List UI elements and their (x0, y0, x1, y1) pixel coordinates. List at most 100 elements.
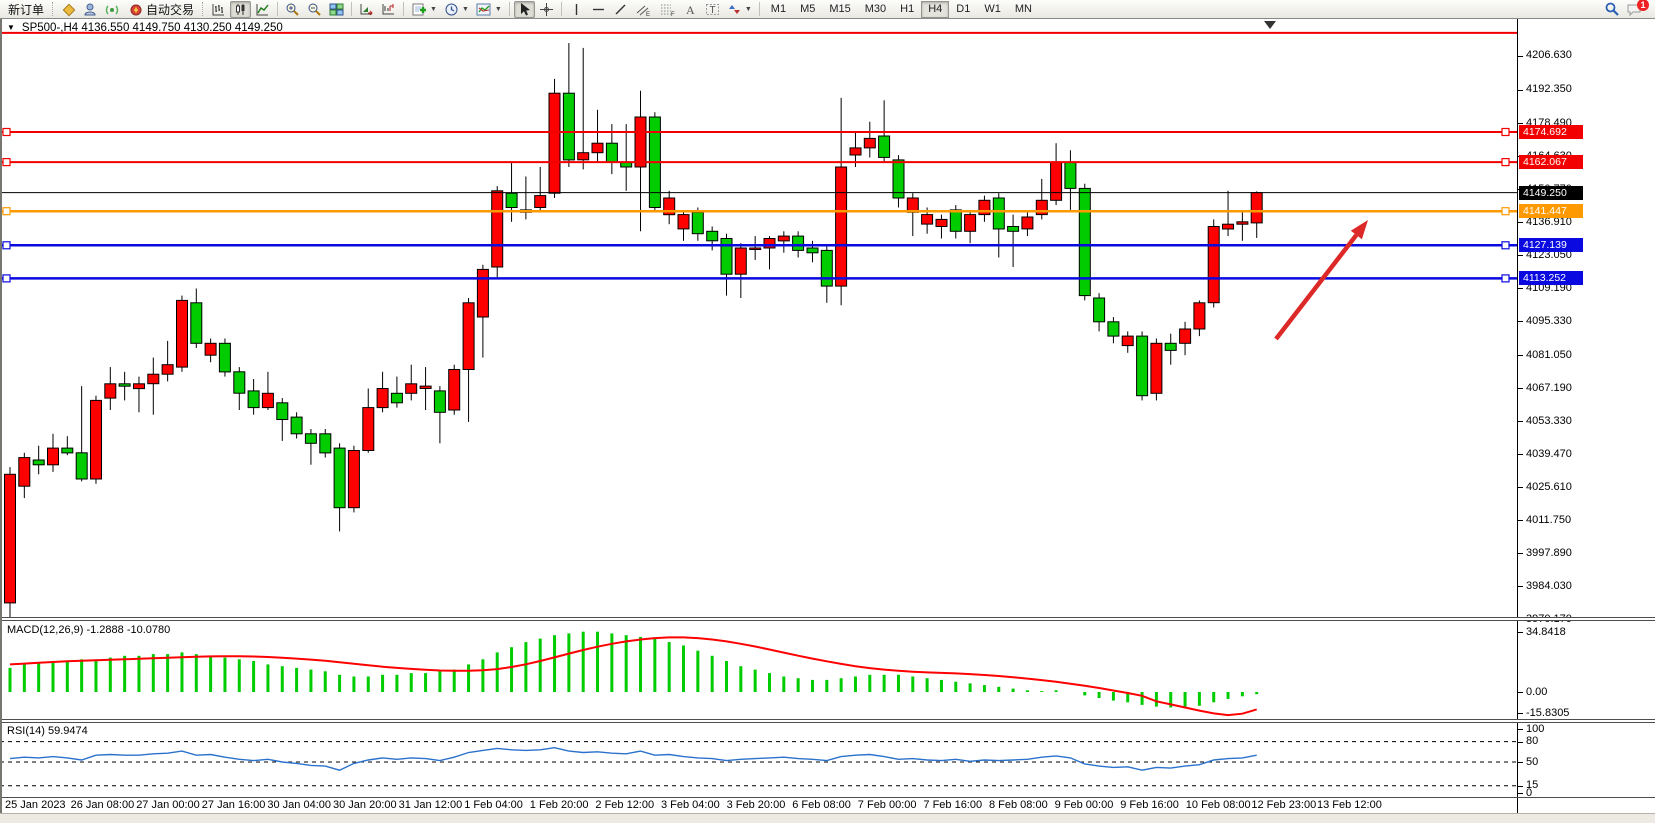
time-tick-label: 6 Feb 08:00 (792, 799, 851, 811)
time-tick-label: 30 Jan 04:00 (267, 799, 331, 811)
chart-shift-marker[interactable] (1264, 21, 1276, 29)
cursor-button[interactable] (514, 1, 535, 18)
favorites-button[interactable] (58, 1, 79, 18)
price-tick-label: 4095.330 (1526, 315, 1572, 327)
arrows-icon (727, 2, 742, 17)
search-button[interactable] (1601, 1, 1623, 18)
time-tick-label: 2 Feb 12:00 (595, 799, 654, 811)
timeframe-MN[interactable]: MN (1008, 1, 1039, 18)
time-tick-label: 3 Feb 20:00 (727, 799, 786, 811)
search-icon (1604, 1, 1620, 17)
auto-trading-icon (129, 2, 144, 17)
text-label-button[interactable]: T (702, 1, 723, 18)
tile-windows-button[interactable] (326, 1, 347, 18)
axis-tick-mark (1518, 553, 1523, 554)
candlestick-chart-button[interactable] (230, 1, 251, 18)
timeframe-M15[interactable]: M15 (822, 1, 857, 18)
auto-trading-button[interactable]: 自动交易 (124, 1, 199, 18)
rsi-label: RSI(14) 59.9474 (7, 725, 88, 737)
price-tick-label: 4039.470 (1526, 448, 1572, 460)
price-lines-layer[interactable] (0, 33, 1517, 282)
fibonacci-icon: F (659, 2, 676, 17)
equidistant-channel-button[interactable]: E (632, 1, 655, 18)
timeframe-H1[interactable]: H1 (893, 1, 921, 18)
macd-pane[interactable] (0, 621, 1517, 719)
zoom-in-icon (285, 2, 300, 17)
rsi-pane[interactable] (0, 723, 1517, 797)
axis-tick-mark (1518, 288, 1523, 289)
zoom-out-icon (307, 2, 322, 17)
price-tick-label: 100 (1526, 723, 1544, 735)
zoom-out-button[interactable] (304, 1, 325, 18)
price-tick-label: 34.8418 (1526, 626, 1566, 638)
horizontal-line-button[interactable] (588, 1, 609, 18)
price-chart-pane[interactable] (0, 20, 1517, 617)
indicators-icon (476, 2, 492, 17)
price-tick-label: 4206.630 (1526, 49, 1572, 61)
price-line-badge: 4127.139 (1519, 238, 1583, 252)
candles-layer (5, 43, 1263, 617)
price-line-badge: 4141.447 (1519, 204, 1583, 218)
chart-shift-button[interactable] (378, 1, 399, 18)
timeframe-H4[interactable]: H4 (921, 1, 949, 18)
toolbar-grip (202, 2, 205, 16)
signals-button[interactable] (102, 1, 123, 18)
axis-tick-mark (1518, 692, 1523, 693)
price-line-badge: 4149.250 (1519, 186, 1583, 200)
signal-icon (105, 2, 120, 17)
auto-scroll-button[interactable] (356, 1, 377, 18)
time-tick-label: 9 Feb 16:00 (1120, 799, 1179, 811)
crosshair-button[interactable] (536, 1, 557, 18)
support-line-2-handle (3, 275, 10, 282)
indicators-button[interactable]: ▼ (473, 1, 505, 18)
trendline-button[interactable] (610, 1, 631, 18)
axis-tick-mark (1518, 90, 1523, 91)
resistance-line-2-handle (3, 159, 10, 166)
notification-badge: 1 (1637, 0, 1649, 11)
timeframe-M30[interactable]: M30 (858, 1, 893, 18)
price-tick-label: -15.8305 (1526, 707, 1569, 719)
symbol-dropdown-icon[interactable]: ▼ (7, 23, 15, 32)
axis-tick-mark (1518, 487, 1523, 488)
toolbar-grip (52, 2, 55, 16)
fibonacci-button[interactable]: F (656, 1, 679, 18)
time-tick-label: 10 Feb 08:00 (1186, 799, 1251, 811)
timeframe-D1[interactable]: D1 (949, 1, 977, 18)
timeframe-M5[interactable]: M5 (793, 1, 822, 18)
new-chart-button[interactable]: ▼ (408, 1, 440, 18)
line-chart-button[interactable] (252, 1, 273, 18)
text-icon: A (683, 2, 698, 17)
chat-button[interactable]: 1 (1623, 1, 1646, 18)
support-line-2-handle (1502, 275, 1509, 282)
resistance-line-2-handle (1502, 159, 1509, 166)
toolbar-separator (403, 2, 404, 16)
price-tick-label: 4081.050 (1526, 349, 1572, 361)
new-order-button[interactable]: 新订单 (3, 1, 49, 18)
text-button[interactable]: A (680, 1, 701, 18)
clock-icon (444, 2, 459, 17)
channel-icon: E (635, 2, 652, 17)
price-line-badge: 4113.252 (1519, 271, 1583, 285)
tile-windows-icon (329, 2, 344, 17)
arrows-button[interactable]: ▼ (724, 1, 755, 18)
vertical-line-button[interactable] (566, 1, 587, 18)
toolbar-separator (277, 2, 278, 16)
periods-button[interactable]: ▼ (441, 1, 472, 18)
axis-tick-mark (1518, 388, 1523, 389)
price-line-badge: 4162.067 (1519, 155, 1583, 169)
bar-chart-button[interactable] (208, 1, 229, 18)
axis-tick-mark (1518, 454, 1523, 455)
price-tick-label: 4067.190 (1526, 382, 1572, 394)
time-tick-label: 8 Feb 08:00 (989, 799, 1048, 811)
zoom-in-button[interactable] (282, 1, 303, 18)
time-tick-label: 27 Jan 16:00 (202, 799, 266, 811)
pane-splitter[interactable] (0, 719, 1655, 723)
pane-splitter[interactable] (0, 617, 1655, 621)
timeframe-M1[interactable]: M1 (764, 1, 793, 18)
profile-button[interactable] (80, 1, 101, 18)
auto-trading-label: 自动交易 (146, 1, 194, 18)
timeframe-W1[interactable]: W1 (977, 1, 1008, 18)
auto-scroll-icon (359, 2, 374, 17)
crosshair-icon (539, 2, 554, 17)
axis-tick-mark (1518, 520, 1523, 521)
